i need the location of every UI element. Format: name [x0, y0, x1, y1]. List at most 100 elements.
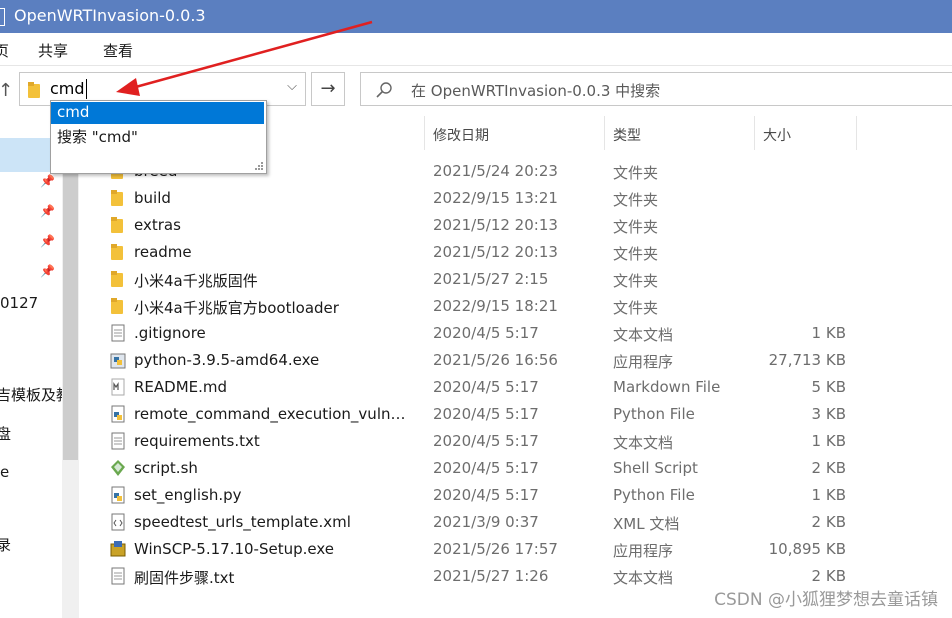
file-type: 文件夹	[613, 218, 659, 236]
file-size: 2 KB	[811, 513, 846, 531]
file-row[interactable]: python-3.9.5-amd64.exe 2021/5/26 16:56 应用程…	[80, 347, 952, 374]
python-file-icon	[111, 405, 125, 423]
column-type[interactable]: 类型	[613, 125, 641, 145]
file-row[interactable]: build 2022/9/15 13:21 文件夹	[80, 185, 952, 212]
autocomplete-item[interactable]: cmd	[51, 102, 264, 124]
column-divider[interactable]	[604, 116, 605, 150]
file-size: 1 KB	[811, 432, 846, 450]
navigation-pane: 📌 📌 📌 📌 0127 吉模板及教 盘 e 录	[0, 116, 71, 618]
search-icon	[376, 82, 392, 98]
resize-grip-icon[interactable]	[254, 161, 264, 171]
tab-view[interactable]: 查看	[103, 40, 133, 61]
file-size: 2 KB	[811, 567, 846, 585]
chevron-down-icon[interactable]: ⌵	[287, 79, 297, 94]
autocomplete-item[interactable]: 搜索 "cmd"	[51, 125, 264, 147]
column-date[interactable]: 修改日期	[433, 125, 489, 145]
file-date: 2021/5/24 20:23	[433, 162, 558, 180]
file-type: Python File	[613, 486, 695, 504]
file-date: 2022/9/15 13:21	[433, 189, 558, 207]
up-arrow-icon[interactable]: ↑	[0, 80, 13, 101]
file-date: 2021/5/27 2:15	[433, 270, 549, 288]
column-divider[interactable]	[856, 116, 857, 150]
file-type: 应用程序	[613, 353, 674, 371]
folder-icon	[111, 190, 123, 206]
file-row[interactable]: readme 2021/5/12 20:13 文件夹	[80, 239, 952, 266]
file-type: 文本文档	[613, 326, 674, 344]
file-date: 2020/4/5 5:17	[433, 486, 539, 504]
text-file-icon	[111, 432, 125, 450]
pin-icon[interactable]: 📌	[40, 264, 55, 278]
installer-icon	[110, 541, 126, 557]
column-divider[interactable]	[424, 116, 425, 150]
file-row[interactable]: script.sh 2020/4/5 5:17 Shell Script 2 KB	[80, 455, 952, 482]
file-date: 2022/9/15 18:21	[433, 297, 558, 315]
file-size: 3 KB	[811, 405, 846, 423]
address-input[interactable]: cmd	[50, 79, 87, 99]
file-row[interactable]: WinSCP-5.17.10-Setup.exe 2021/5/26 17:57 应…	[80, 536, 952, 563]
file-name: set_english.py	[134, 486, 242, 504]
file-name: README.md	[134, 378, 228, 396]
text-file-icon	[111, 567, 125, 585]
file-name: 小米4a千兆版官方bootloader	[134, 299, 339, 317]
python-file-icon	[111, 486, 125, 504]
tab-share[interactable]: 共享	[38, 40, 68, 61]
file-row[interactable]: README.md 2020/4/5 5:17 Markdown File 5 KB	[80, 374, 952, 401]
file-name: 刷固件步骤.txt	[134, 569, 235, 587]
file-type: 文件夹	[613, 299, 659, 317]
ribbon-tabs: 页 共享 查看	[0, 33, 952, 66]
file-row[interactable]: remote_command_execution_vulner... 2020/4…	[80, 401, 952, 428]
folder-icon	[111, 217, 123, 233]
file-date: 2021/5/12 20:13	[433, 216, 558, 234]
file-type: Markdown File	[613, 378, 721, 396]
file-row[interactable]: requirements.txt 2020/4/5 5:17 文本文档 1 KB	[80, 428, 952, 455]
file-row[interactable]: .gitignore 2020/4/5 5:17 文本文档 1 KB	[80, 320, 952, 347]
pin-icon[interactable]: 📌	[40, 234, 55, 248]
file-name: script.sh	[134, 459, 198, 477]
sidebar-item[interactable]: e	[0, 463, 9, 481]
pin-icon[interactable]: 📌	[40, 204, 55, 218]
file-size: 2 KB	[811, 459, 846, 477]
text-file-icon	[111, 324, 125, 342]
tab-home-partial[interactable]: 页	[0, 40, 9, 61]
shell-script-icon	[111, 460, 125, 476]
file-name: 小米4a千兆版固件	[134, 272, 258, 290]
column-size[interactable]: 大小	[763, 125, 791, 145]
sidebar-item[interactable]: 吉模板及教	[0, 384, 71, 405]
sidebar-scrollbar[interactable]	[62, 116, 79, 618]
file-name: readme	[134, 243, 192, 261]
file-name: build	[134, 189, 171, 207]
folder-icon	[111, 298, 123, 314]
file-row[interactable]: speedtest_urls_template.xml 2021/3/9 0:37…	[80, 509, 952, 536]
file-type: 应用程序	[613, 542, 674, 560]
file-size: 10,895 KB	[768, 540, 846, 558]
search-input[interactable]: 在 OpenWRTInvasion-0.0.3 中搜索	[360, 72, 952, 106]
folder-icon	[111, 271, 123, 287]
file-type: 文件夹	[613, 164, 659, 182]
sidebar-item[interactable]: 0127	[0, 294, 38, 312]
sidebar-item[interactable]: 盘	[0, 423, 11, 444]
file-name: requirements.txt	[134, 432, 260, 450]
column-divider[interactable]	[754, 116, 755, 150]
file-name: remote_command_execution_vulner...	[134, 405, 414, 423]
file-row[interactable]: 小米4a千兆版固件 2021/5/27 2:15 文件夹	[80, 266, 952, 293]
pin-icon[interactable]: 📌	[40, 174, 55, 188]
file-date: 2021/5/26 16:56	[433, 351, 558, 369]
sidebar-item[interactable]: 录	[0, 534, 11, 555]
file-type: 文本文档	[613, 569, 674, 587]
file-type: XML 文档	[613, 515, 680, 533]
watermark: CSDN @小狐狸梦想去童话镇	[714, 590, 938, 610]
file-row[interactable]: set_english.py 2020/4/5 5:17 Python File 1 …	[80, 482, 952, 509]
file-name: python-3.9.5-amd64.exe	[134, 351, 320, 369]
file-type: 文件夹	[613, 272, 659, 290]
file-date: 2020/4/5 5:17	[433, 378, 539, 396]
window-icon	[0, 8, 5, 26]
file-row[interactable]: 小米4a千兆版官方bootloader 2022/9/15 18:21 文件夹	[80, 293, 952, 320]
window-title: OpenWRTInvasion-0.0.3	[14, 6, 206, 25]
go-button[interactable]: →	[311, 72, 345, 106]
file-type: 文件夹	[613, 245, 659, 263]
file-type: 文件夹	[613, 191, 659, 209]
file-row[interactable]: extras 2021/5/12 20:13 文件夹	[80, 212, 952, 239]
file-size: 1 KB	[811, 324, 846, 342]
file-date: 2021/5/26 17:57	[433, 540, 558, 558]
file-date: 2020/4/5 5:17	[433, 459, 539, 477]
